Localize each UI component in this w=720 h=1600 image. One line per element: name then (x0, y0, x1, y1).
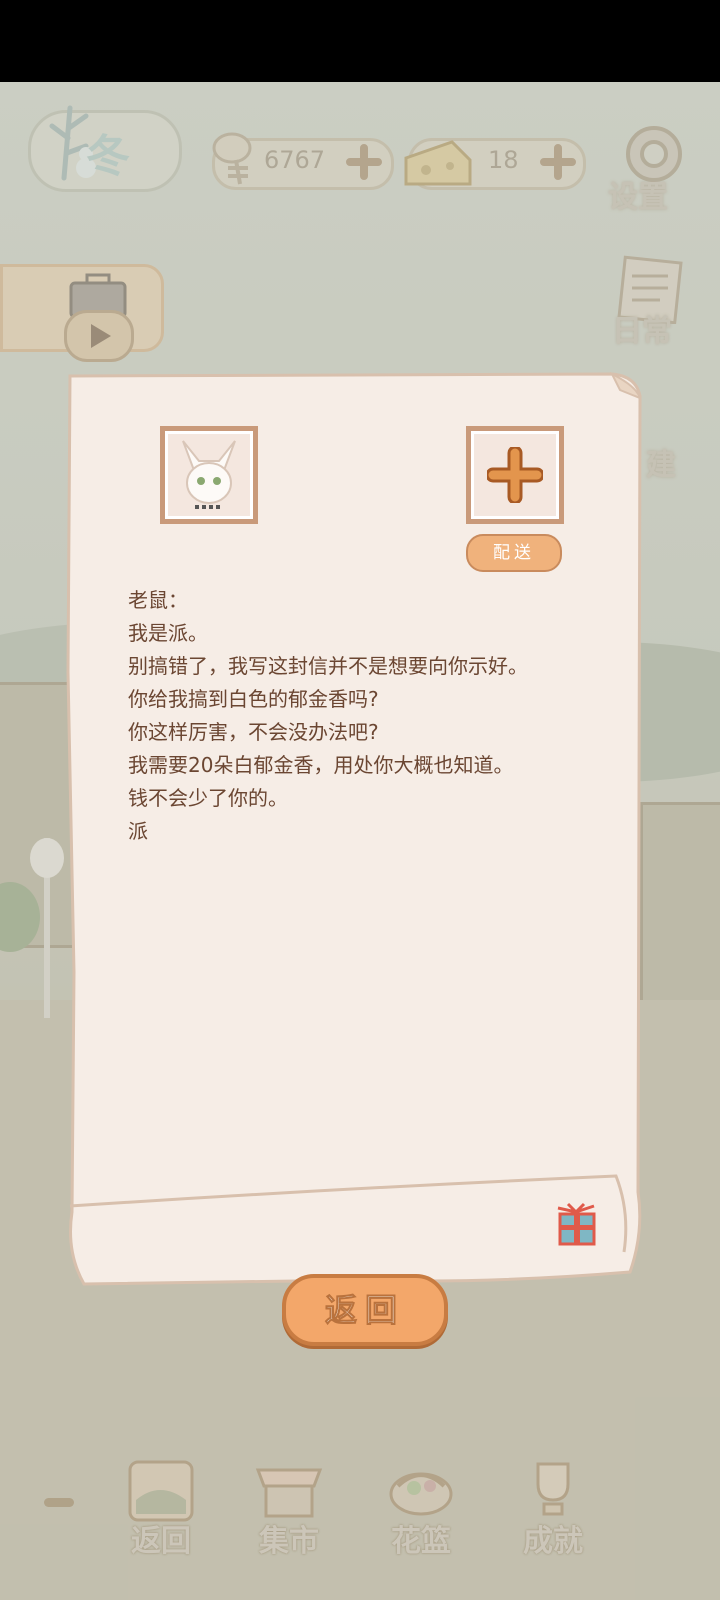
letter-line: 老鼠： (128, 588, 188, 612)
letter-line: 我是派。 (128, 621, 208, 645)
sender-avatar (160, 426, 258, 524)
nav-label-achievements: 成就 (523, 1524, 583, 1559)
letter-line: 你这样厉害，不会没办法吧? (128, 720, 379, 744)
add-item-slot[interactable] (466, 426, 564, 524)
plus-icon (487, 447, 543, 503)
status-bar (0, 0, 720, 82)
letter-line: 派 (128, 819, 148, 843)
nav-label-return: 返回 (131, 1524, 191, 1559)
nav-item-return[interactable]: 返回 (116, 1456, 206, 1566)
collapse-nav-button[interactable] (44, 1498, 74, 1507)
letter-line: 钱不会少了你的。 (128, 786, 288, 810)
nav-item-flower-basket[interactable]: 花篮 (376, 1456, 466, 1566)
fox-portrait-icon (182, 440, 236, 509)
nav-item-achievements[interactable]: 成就 (508, 1456, 598, 1566)
return-button[interactable]: 返回 (282, 1274, 448, 1346)
letter-line: 你给我搞到白色的郁金香吗? (128, 687, 379, 711)
deliver-button[interactable]: 配送 (466, 534, 562, 572)
nav-label-flower-basket: 花篮 (391, 1524, 451, 1559)
letter-line: 别搞错了，我写这封信并不是想要向你示好。 (128, 654, 528, 678)
nav-label-market: 集市 (259, 1524, 319, 1559)
letter-body: 老鼠： 我是派。 别搞错了，我写这封信并不是想要向你示好。 你给我搞到白色的郁金… (128, 584, 618, 848)
gift-icon[interactable] (550, 1198, 602, 1248)
letter-line: 我需要20朵白郁金香，用处你大概也知道。 (128, 753, 514, 777)
nav-item-market[interactable]: 集市 (244, 1456, 334, 1566)
